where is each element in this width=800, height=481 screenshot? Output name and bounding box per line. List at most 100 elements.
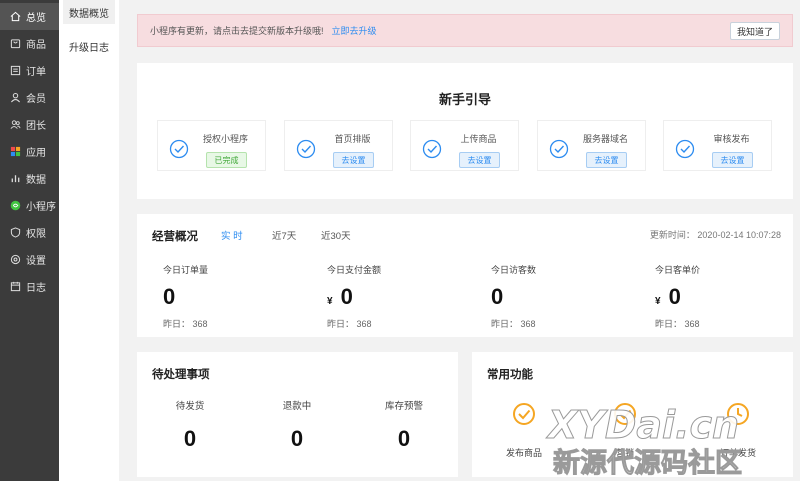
upgrade-now-link[interactable]: 立即去升级: [332, 24, 377, 37]
function-order-shipping[interactable]: 订单发货: [708, 402, 768, 459]
guide-title: 新手引导: [438, 92, 491, 107]
metric-today-orders: 今日订单量 0 昨日： 368: [163, 263, 313, 330]
step-label: 上传商品: [460, 134, 497, 144]
metric-today-avg-order: 今日客单价 ¥0 昨日： 368: [655, 263, 800, 330]
function-label: 发布商品: [505, 448, 542, 458]
clock-orange-icon: [727, 403, 749, 425]
sidebar-item-leaders[interactable]: 团长: [0, 111, 59, 138]
metric-label: 今日访客数: [491, 265, 537, 275]
sidebar-item-label: 团长: [26, 121, 46, 132]
sidebar-item-mini-program[interactable]: 小程序: [0, 192, 59, 219]
step-label: 服务器域名: [582, 134, 628, 144]
update-notice-bar: 小程序有更新，请点击去提交新版本升级哦! 立即去升级 我知道了: [137, 14, 793, 47]
pending-value: 0: [397, 426, 411, 451]
tab-last-30-days[interactable]: 近30天: [321, 228, 351, 242]
step-setup-button[interactable]: 去设置: [333, 152, 374, 168]
sidebar-item-settings[interactable]: 设置: [0, 246, 59, 273]
metric-yesterday: 昨日： 368: [491, 319, 536, 329]
main-content: 小程序有更新，请点击去提交新版本升级哦! 立即去升级 我知道了 新手引导 授权小…: [119, 0, 800, 481]
acknowledge-button[interactable]: 我知道了: [729, 22, 780, 40]
gear-icon: [10, 254, 21, 265]
step-setup-button[interactable]: 去设置: [586, 152, 627, 168]
currency-symbol: ¥: [655, 296, 661, 307]
sidebar: 总览 商品 订单 会员 团长 应用 数据 小程序 权限 设置 日志: [0, 0, 59, 481]
metric-value-row: 0: [163, 284, 313, 310]
step-label: 首页排版: [334, 134, 371, 144]
pending-title: 待处理事项: [152, 369, 210, 381]
sidebar-item-members[interactable]: 会员: [0, 84, 59, 111]
step-setup-button[interactable]: 去设置: [712, 152, 753, 168]
common-title: 常用功能: [487, 369, 533, 381]
check-circle-orange-icon: [614, 403, 636, 425]
user-icon: [10, 92, 21, 103]
sidebar-item-label: 小程序: [26, 202, 56, 213]
currency-symbol: ¥: [327, 296, 333, 307]
mini-program-icon: [10, 200, 21, 211]
tab-realtime[interactable]: 实 时: [221, 228, 243, 242]
sidebar-item-products[interactable]: 商品: [0, 30, 59, 57]
metric-value: 0: [668, 284, 681, 309]
function-marketing[interactable]: 营销: [595, 402, 655, 459]
pending-stock-warning[interactable]: 库存预警 0: [364, 398, 444, 452]
metric-label: 今日支付金额: [327, 265, 382, 275]
sidebar-item-label: 设置: [26, 256, 46, 267]
sidebar-item-orders[interactable]: 订单: [0, 57, 59, 84]
business-overview-panel: 经营概况 实 时 近7天 近30天 更新时间： 2020-02-14 10:07…: [137, 214, 793, 337]
pending-refunding[interactable]: 退款中 0: [257, 398, 337, 452]
sidebar-item-label: 总览: [26, 13, 46, 24]
subnav-item-upgrade-log[interactable]: 升级日志: [59, 34, 119, 58]
metric-value: 0: [163, 284, 176, 309]
order-list-icon: [10, 65, 21, 76]
shield-icon: [10, 227, 21, 238]
sidebar-item-apps[interactable]: 应用: [0, 138, 59, 165]
function-label: 订单发货: [719, 448, 756, 458]
common-functions-panel: 常用功能 发布商品 营销 订单发货: [472, 352, 793, 477]
sidebar-item-data[interactable]: 数据: [0, 165, 59, 192]
metric-yesterday: 昨日： 368: [327, 319, 372, 329]
sidebar-item-label: 会员: [26, 94, 46, 105]
calendar-icon: [10, 281, 21, 292]
check-circle-orange-icon: [513, 403, 535, 425]
step-setup-button[interactable]: 去设置: [459, 152, 500, 168]
subnav-item-data-overview[interactable]: 数据概览: [63, 0, 115, 24]
home-icon: [10, 11, 21, 22]
step-done-button[interactable]: 已完成: [206, 152, 247, 168]
sidebar-item-overview[interactable]: 总览: [0, 3, 59, 30]
sidebar-item-label: 应用: [26, 148, 46, 159]
pending-label: 待发货: [175, 401, 205, 412]
sub-navigation: 数据概览 升级日志: [59, 0, 119, 481]
sidebar-item-label: 权限: [26, 229, 46, 240]
pending-value: 0: [290, 426, 304, 451]
metric-value-row: ¥0: [655, 284, 800, 310]
metric-label: 今日客单价: [655, 265, 701, 275]
function-publish-product[interactable]: 发布商品: [494, 402, 554, 459]
pending-to-ship[interactable]: 待发货 0: [150, 398, 230, 452]
guide-step-server-domain: 服务器域名 去设置: [537, 120, 646, 171]
update-time: 更新时间： 2020-02-14 10:07:28: [649, 230, 781, 240]
sidebar-item-logs[interactable]: 日志: [0, 273, 59, 300]
guide-step-homepage-layout: 首页排版 去设置: [284, 120, 393, 171]
beginner-guide-panel: 新手引导 授权小程序 已完成 首页排版 去设置 上传商品 去设置 服务器域名 去…: [137, 63, 793, 199]
metric-yesterday: 昨日： 368: [163, 319, 208, 329]
function-label: 营销: [615, 448, 634, 458]
metric-value-row: ¥0: [327, 284, 477, 310]
pending-label: 库存预警: [384, 401, 423, 412]
guide-step-upload-products: 上传商品 去设置: [410, 120, 519, 171]
metric-value-row: 0: [491, 284, 641, 310]
apps-grid-icon: [10, 146, 21, 157]
metric-today-visitors: 今日访客数 0 昨日： 368: [491, 263, 641, 330]
metric-today-payment: 今日支付金额 ¥0 昨日： 368: [327, 263, 477, 330]
tab-last-7-days[interactable]: 近7天: [272, 228, 296, 242]
guide-step-authorize: 授权小程序 已完成: [157, 120, 266, 171]
shopping-bag-icon: [10, 38, 21, 49]
pending-label: 退款中: [282, 401, 312, 412]
metric-yesterday: 昨日： 368: [655, 319, 700, 329]
guide-step-review-publish: 审核发布 去设置: [663, 120, 772, 171]
sidebar-item-permissions[interactable]: 权限: [0, 219, 59, 246]
business-overview-title: 经营概况: [152, 231, 198, 243]
metric-label: 今日订单量: [163, 265, 209, 275]
step-label: 审核发布: [713, 134, 750, 144]
pending-value: 0: [183, 426, 197, 451]
bar-chart-icon: [10, 173, 21, 184]
sidebar-item-label: 订单: [26, 67, 46, 78]
